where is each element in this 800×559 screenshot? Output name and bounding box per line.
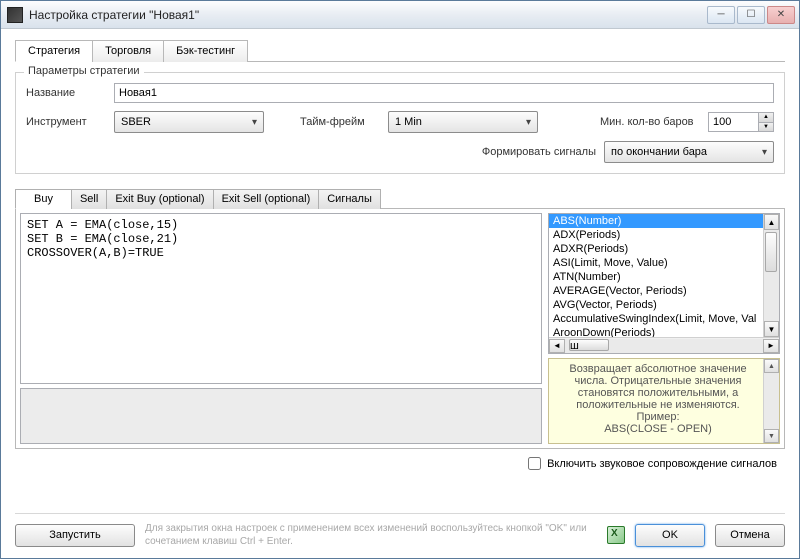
expression-area[interactable]	[20, 388, 542, 444]
fieldset-legend: Параметры стратегии	[24, 65, 144, 77]
instrument-select[interactable]: SBER	[114, 111, 264, 133]
window-title: Настройка стратегии "Новая1"	[29, 8, 707, 22]
scroll-down-icon[interactable]: ▼	[764, 429, 779, 443]
excel-export-icon[interactable]	[607, 526, 625, 544]
close-button[interactable]: ✕	[767, 6, 795, 24]
list-item[interactable]: AroonDown(Periods)	[549, 326, 763, 337]
code-editor[interactable]: SET A = EMA(close,15) SET B = EMA(close,…	[20, 213, 542, 384]
tab-trading[interactable]: Торговля	[92, 40, 164, 62]
spin-up-icon[interactable]: ▲	[759, 113, 773, 123]
scroll-up-icon[interactable]: ▲	[764, 214, 779, 230]
instrument-label: Инструмент	[26, 116, 106, 128]
tab-backtest[interactable]: Бэк-тестинг	[163, 40, 248, 62]
list-item[interactable]: ADX(Periods)	[549, 228, 763, 242]
strategy-params-fieldset: Параметры стратегии Название Инструмент …	[15, 72, 785, 174]
horizontal-scrollbar[interactable]: ◄ ш ►	[549, 337, 779, 353]
minimize-button[interactable]: ─	[707, 6, 735, 24]
spin-down-icon[interactable]: ▼	[759, 123, 773, 132]
sound-checkbox[interactable]	[528, 457, 541, 470]
hint-text: Для закрытия окна настроек с применением…	[145, 522, 597, 548]
sound-checkbox-label: Включить звуковое сопровождение сигналов	[547, 458, 777, 470]
scroll-thumb[interactable]: ш	[569, 339, 609, 351]
scroll-thumb[interactable]	[765, 232, 777, 272]
scroll-right-icon[interactable]: ►	[763, 339, 779, 353]
run-button[interactable]: Запустить	[15, 524, 135, 547]
editor-panel: SET A = EMA(close,15) SET B = EMA(close,…	[15, 209, 785, 449]
ok-button[interactable]: OK	[635, 524, 705, 547]
vertical-scrollbar[interactable]: ▲ ▼	[763, 214, 779, 337]
list-item[interactable]: AVG(Vector, Periods)	[549, 298, 763, 312]
scroll-down-icon[interactable]: ▼	[764, 321, 779, 337]
list-item[interactable]: AVERAGE(Vector, Periods)	[549, 284, 763, 298]
scroll-left-icon[interactable]: ◄	[549, 339, 565, 353]
tab-exit-buy[interactable]: Exit Buy (optional)	[106, 189, 213, 209]
timeframe-select[interactable]: 1 Min	[388, 111, 538, 133]
list-item[interactable]: ABS(Number)	[549, 214, 763, 228]
scroll-up-icon[interactable]: ▲	[764, 359, 779, 373]
name-label: Название	[26, 87, 106, 99]
bottom-bar: Запустить Для закрытия окна настроек с п…	[15, 513, 785, 548]
name-input[interactable]	[114, 83, 774, 103]
timeframe-label: Тайм-фрейм	[300, 116, 380, 128]
list-item[interactable]: ADXR(Periods)	[549, 242, 763, 256]
maximize-button[interactable]: ☐	[737, 6, 765, 24]
list-item[interactable]: ASI(Limit, Move, Value)	[549, 256, 763, 270]
signalform-select[interactable]: по окончании бара	[604, 141, 774, 163]
main-tabs: Стратегия Торговля Бэк-тестинг	[15, 39, 785, 62]
function-help: Возвращает абсолютное значение числа. От…	[548, 358, 780, 444]
signalform-label: Формировать сигналы	[456, 146, 596, 158]
function-list[interactable]: ABS(Number) ADX(Periods) ADXR(Periods) A…	[548, 213, 780, 354]
tab-buy[interactable]: Buy	[15, 189, 72, 209]
help-text: Возвращает абсолютное значение числа. От…	[569, 363, 746, 435]
list-item[interactable]: ATN(Number)	[549, 270, 763, 284]
client-area: Стратегия Торговля Бэк-тестинг Параметры…	[1, 29, 799, 558]
tab-signals[interactable]: Сигналы	[318, 189, 381, 209]
minbars-input[interactable]: ▲ ▼	[708, 112, 774, 132]
app-icon	[7, 7, 23, 23]
list-item[interactable]: AccumulativeSwingIndex(Limit, Move, Val	[549, 312, 763, 326]
help-scrollbar[interactable]: ▲ ▼	[763, 359, 779, 443]
tab-strategy[interactable]: Стратегия	[15, 40, 93, 62]
script-tabs: Buy Sell Exit Buy (optional) Exit Sell (…	[15, 188, 785, 209]
tab-sell[interactable]: Sell	[71, 189, 107, 209]
minbars-label: Мин. кол-во баров	[600, 116, 700, 128]
sound-checkbox-row: Включить звуковое сопровождение сигналов	[15, 457, 785, 470]
tab-exit-sell[interactable]: Exit Sell (optional)	[213, 189, 320, 209]
cancel-button[interactable]: Отмена	[715, 524, 785, 547]
titlebar[interactable]: Настройка стратегии "Новая1" ─ ☐ ✕	[1, 1, 799, 29]
strategy-settings-window: Настройка стратегии "Новая1" ─ ☐ ✕ Страт…	[0, 0, 800, 559]
minbars-value[interactable]	[708, 112, 758, 132]
